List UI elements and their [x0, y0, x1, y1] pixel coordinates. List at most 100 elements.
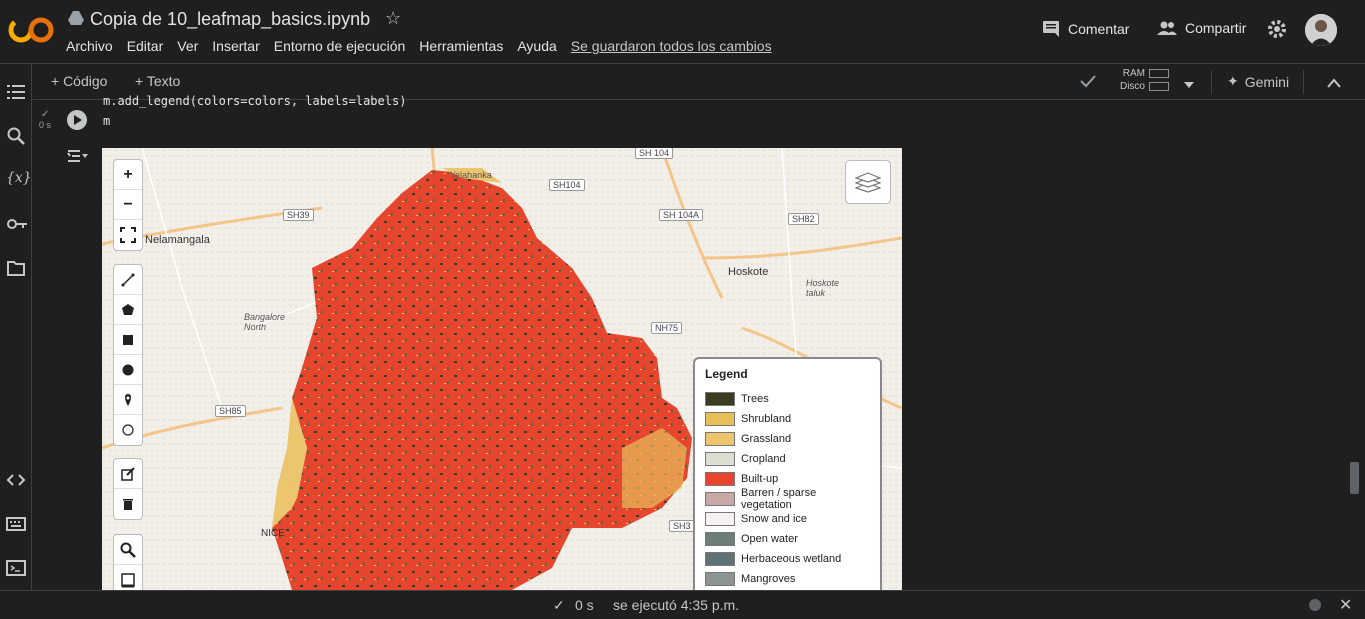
scrollbar-thumb[interactable] [1350, 462, 1359, 494]
map-search-button[interactable] [114, 535, 142, 565]
trash-icon [123, 499, 133, 510]
search-control [113, 534, 143, 590]
gemini-button[interactable]: ✦ Gemini [1227, 73, 1289, 90]
fullscreen-button[interactable] [114, 220, 142, 250]
rectangle-icon [123, 334, 133, 345]
polygon-icon [122, 303, 134, 315]
legend-label: Grassland [741, 433, 792, 445]
layers-control[interactable] [845, 160, 891, 204]
legend-label: Barren / sparse vegetation [741, 487, 817, 511]
road-shield: SH39 [283, 209, 314, 221]
code-snippets-icon[interactable] [6, 470, 26, 490]
draw-circlemarker-button[interactable] [114, 415, 142, 445]
avatar[interactable] [1305, 14, 1337, 46]
menu-herramientas[interactable]: Herramientas [419, 38, 503, 54]
legend-title: Legend [705, 367, 748, 381]
ram-label: RAM [1122, 68, 1145, 79]
map-label-yelahanka: Yelahanka [450, 170, 492, 180]
legend-label: Trees [741, 393, 769, 405]
menu-insertar[interactable]: Insertar [212, 38, 259, 54]
toolbar-divider [1303, 70, 1304, 94]
status-bar: ✓ 0 s se ejecutó 4:35 p.m. ✕ [0, 590, 1365, 619]
delete-layers-button[interactable] [114, 489, 142, 519]
status-dot-icon [1309, 599, 1321, 611]
road-shield: SH104 [549, 179, 585, 191]
edit-layers-button[interactable] [114, 459, 142, 489]
search-icon[interactable] [6, 126, 26, 146]
legend-item: Shrubland [705, 409, 870, 429]
layers-icon [855, 172, 881, 193]
comment-button[interactable]: Comentar [1042, 20, 1129, 38]
legend-item: Cropland [705, 449, 870, 469]
chevron-up-icon[interactable] [1327, 75, 1341, 91]
gear-icon[interactable] [1266, 18, 1288, 45]
star-icon[interactable]: ☆ [385, 8, 401, 29]
run-cell-button[interactable] [67, 110, 87, 130]
legend-swatch [705, 452, 735, 466]
legend-item: Open water [705, 529, 870, 549]
add-code-button[interactable]: + Código [51, 73, 107, 89]
draw-marker-button[interactable] [114, 385, 142, 415]
map-label-nice: NICE [261, 528, 285, 539]
legend-swatch [705, 572, 735, 586]
measure-button[interactable] [114, 565, 142, 590]
menu-editar[interactable]: Editar [127, 38, 164, 54]
draw-rectangle-button[interactable] [114, 325, 142, 355]
left-sidebar: {x} [0, 64, 32, 590]
menu-ver[interactable]: Ver [177, 38, 198, 54]
people-icon [1157, 21, 1177, 35]
legend-label: Built-up [741, 473, 779, 485]
variables-icon[interactable]: {x} [6, 170, 32, 190]
status-message: se ejecutó 4:35 p.m. [613, 597, 740, 613]
add-text-button[interactable]: + Texto [135, 73, 180, 89]
colab-logo[interactable] [8, 14, 54, 46]
execution-time: 0 s [39, 120, 52, 130]
zoom-in-button[interactable]: + [114, 160, 142, 190]
legend-swatch [705, 392, 735, 406]
legend-item: Snow and ice [705, 509, 870, 529]
draw-polygon-button[interactable] [114, 295, 142, 325]
draw-polyline-button[interactable] [114, 265, 142, 295]
terminal-icon[interactable] [6, 558, 26, 578]
menu-archivo[interactable]: Archivo [66, 38, 113, 54]
notebook-title[interactable]: Copia de 10_leafmap_basics.ipynb [90, 9, 370, 30]
disk-label: Disco [1119, 81, 1145, 92]
circlemarker-icon [122, 424, 134, 436]
connected-check-icon [1079, 72, 1097, 93]
app-header: Copia de 10_leafmap_basics.ipynb ☆ Archi… [0, 0, 1365, 64]
legend-swatch [705, 492, 735, 506]
table-of-contents-icon[interactable] [6, 82, 26, 102]
draw-circle-button[interactable] [114, 355, 142, 385]
save-status-link[interactable]: Se guardaron todos los cambios [571, 38, 772, 54]
drive-icon[interactable] [68, 11, 84, 30]
map-label-hoskote-taluk: Hoskote taluk [806, 278, 840, 298]
code-line[interactable]: m.add_legend(colors=colors, labels=label… [103, 94, 406, 108]
code-line[interactable]: m [103, 114, 110, 128]
legend-item: Mangroves [705, 569, 870, 589]
share-button[interactable]: Compartir [1157, 20, 1246, 36]
menu-entorno[interactable]: Entorno de ejecución [274, 38, 406, 54]
toolbar-divider [1211, 70, 1212, 94]
resource-monitor[interactable]: RAM Disco [1113, 68, 1169, 92]
key-icon[interactable] [6, 214, 27, 234]
legend-item: Grassland [705, 429, 870, 449]
output-actions-icon[interactable] [67, 148, 89, 169]
road-shield: SH82 [788, 213, 819, 225]
legend-label: Open water [741, 533, 798, 545]
map-output[interactable]: Nelamangala Hoskote Hoskote taluk Bangal… [102, 148, 902, 590]
close-icon[interactable]: ✕ [1339, 595, 1352, 615]
legend-item: Built-up [705, 469, 870, 489]
legend-label: Herbaceous wetland [741, 553, 842, 565]
legend-swatch [705, 532, 735, 546]
ruler-icon [121, 573, 135, 588]
legend-label: Cropland [741, 453, 786, 465]
command-palette-icon[interactable] [6, 514, 26, 534]
zoom-out-button[interactable]: − [114, 190, 142, 220]
map-legend: Legend Trees Shrubland Grassland Croplan… [693, 357, 882, 590]
menu-ayuda[interactable]: Ayuda [517, 38, 556, 54]
chevron-down-icon[interactable] [1183, 76, 1195, 92]
folder-icon[interactable] [6, 258, 26, 278]
search-icon [120, 542, 136, 558]
ram-meter [1149, 68, 1169, 78]
legend-label: Mangroves [741, 573, 796, 585]
